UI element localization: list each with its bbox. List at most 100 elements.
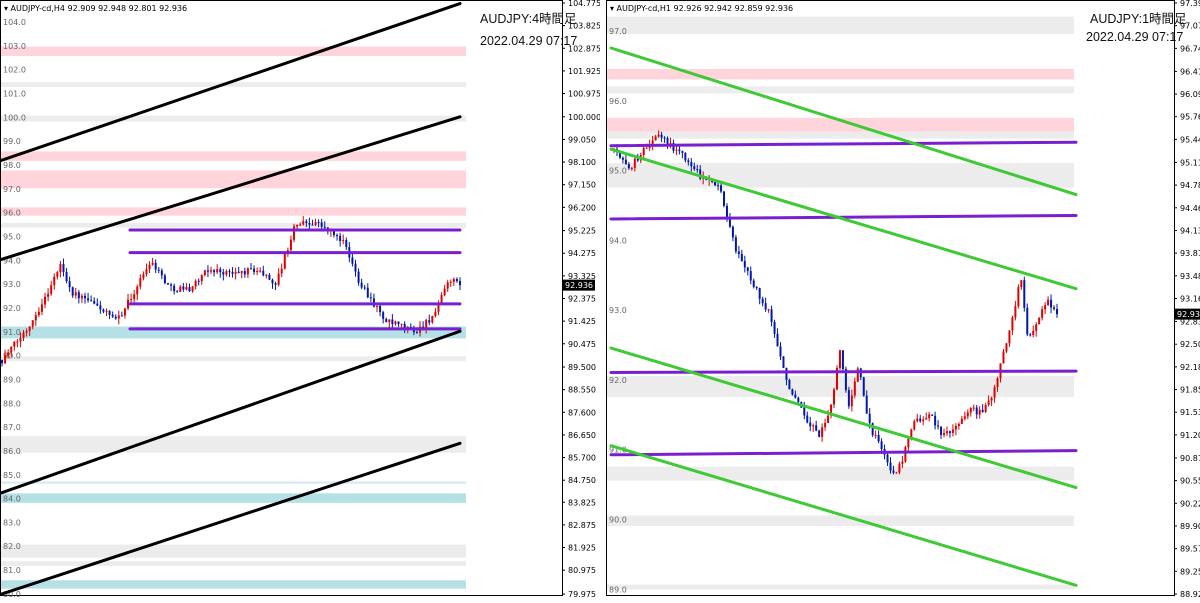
h4-candle-body <box>194 280 197 287</box>
h1-axis-label: 88.925 <box>1180 590 1200 599</box>
h1-candle-body <box>624 159 627 165</box>
h1-candle-body <box>966 412 969 417</box>
h1-candle-body <box>621 157 624 160</box>
h4-candle-body <box>74 292 77 296</box>
h1-drawn-line-2 <box>609 369 1078 374</box>
h4-candle-body <box>179 286 182 292</box>
h4-axis-label: 92.375 <box>568 295 596 304</box>
h1-candle-body <box>675 149 678 151</box>
h4-candle-body <box>249 268 252 270</box>
h4-chart-panel: 104.0 103.0 102.0 101.0 100.0 99.0 98.0 97.0 96.… <box>0 0 601 599</box>
h4-candle-body <box>431 315 434 323</box>
h1-zone-5 <box>607 163 1074 188</box>
h4-axis-label: 93.325 <box>568 272 596 281</box>
h1-candle-body <box>654 136 657 141</box>
h1-candle-body <box>740 253 743 261</box>
h1-candle-body <box>770 309 773 322</box>
h4-candle-body <box>170 284 173 286</box>
h4-candle-body <box>62 263 65 273</box>
h1-candle-body <box>987 400 990 405</box>
h4-zone-12 <box>1 544 466 558</box>
h1-candle-body <box>1047 299 1050 306</box>
h1-candle-body <box>892 470 895 473</box>
h4-candle-body <box>123 308 126 316</box>
h4-level-label: 103.0 <box>3 42 26 51</box>
h4-candle-body <box>366 287 369 298</box>
h1-axis-label: 93.485 <box>1180 272 1200 281</box>
h1-header-text: ▾ AUDJPY-cd,H1 92.926 92.942 92.859 92.9… <box>610 4 793 13</box>
h4-candle-body <box>77 292 80 299</box>
h4-candle-body <box>37 311 40 316</box>
h4-level-label: 93.0 <box>3 280 21 289</box>
h4-candle-body <box>154 262 157 270</box>
h4-candle-body <box>56 272 59 277</box>
h1-candle-body <box>758 288 761 299</box>
h1-candle-body <box>773 321 776 334</box>
h1-candle-body <box>880 441 883 450</box>
h1-level-label: 96.0 <box>609 97 627 106</box>
h4-candle-body <box>53 276 56 286</box>
h1-candle-body <box>1023 280 1026 308</box>
h4-candle-body <box>320 222 323 227</box>
h1-candle-body <box>969 407 972 413</box>
h4-candle-body <box>289 239 292 251</box>
h4-candle-body <box>142 274 145 279</box>
h1-candle-body <box>907 438 910 448</box>
h1-candle-body <box>934 415 937 426</box>
h4-candle-body <box>16 341 19 343</box>
h4-candle-body <box>446 282 449 289</box>
h1-candle-body <box>853 381 856 396</box>
h4-candle-body <box>314 222 317 226</box>
h4-candle-body <box>225 271 228 275</box>
h4-axis-label: 91.425 <box>568 317 596 326</box>
h4-candle-body <box>120 315 123 317</box>
h1-axis-label: 95.440 <box>1180 135 1200 144</box>
h4-zone-6 <box>1 222 466 228</box>
h4-candle-body <box>391 319 394 325</box>
h1-candle-body <box>684 152 687 161</box>
h4-candle-body <box>274 283 277 285</box>
h4-candle-body <box>166 283 169 285</box>
h4-candle-body <box>452 279 455 282</box>
h1-candle-body <box>1020 280 1023 288</box>
h4-candle-body <box>99 305 102 310</box>
h1-candle-body <box>922 419 925 422</box>
h1-candle-body <box>913 421 916 430</box>
h4-candle-body <box>237 271 240 274</box>
h1-candle-body <box>1014 306 1017 318</box>
h4-axis-label: 100.000 <box>568 113 600 122</box>
h4-candle-body <box>25 330 28 333</box>
h4-level-label: 86.0 <box>3 447 21 456</box>
h1-zone-7 <box>607 466 1074 481</box>
h4-level-label: 84.0 <box>3 495 21 504</box>
h4-axis-label: 82.875 <box>568 521 596 530</box>
h4-candle-body <box>163 275 166 284</box>
h1-zone-8 <box>607 515 1074 526</box>
h1-candle-body <box>809 422 812 427</box>
h4-candle-body <box>231 272 234 274</box>
h1-candle-body <box>951 429 954 433</box>
h1-axis-label: 89.575 <box>1180 545 1200 554</box>
h4-zone-9 <box>1 436 466 453</box>
h1-candle-body <box>865 395 868 414</box>
h1-candle-body <box>824 422 827 428</box>
h1-candle-body <box>797 397 800 403</box>
h1-candle-body <box>717 185 720 187</box>
h1-candle-body <box>687 160 690 163</box>
h4-candle-body <box>394 321 397 325</box>
h1-candle-body <box>1017 287 1020 307</box>
h1-candle-body <box>838 350 841 368</box>
h4-candle-body <box>336 235 339 237</box>
h1-candle-body <box>723 191 726 206</box>
h4-candle-body <box>385 318 388 323</box>
h1-candle-body <box>663 137 666 139</box>
h1-candle-body <box>940 426 943 435</box>
h4-candle-body <box>440 295 443 304</box>
h4-level-label: 89.0 <box>3 375 21 384</box>
h1-candle-body <box>693 166 696 170</box>
h4-zone-1 <box>1 82 466 88</box>
h4-zone-0 <box>1 46 466 57</box>
h4-candle-body <box>203 270 206 276</box>
h4-candle-body <box>7 352 10 356</box>
h4-candle-body <box>31 320 34 327</box>
